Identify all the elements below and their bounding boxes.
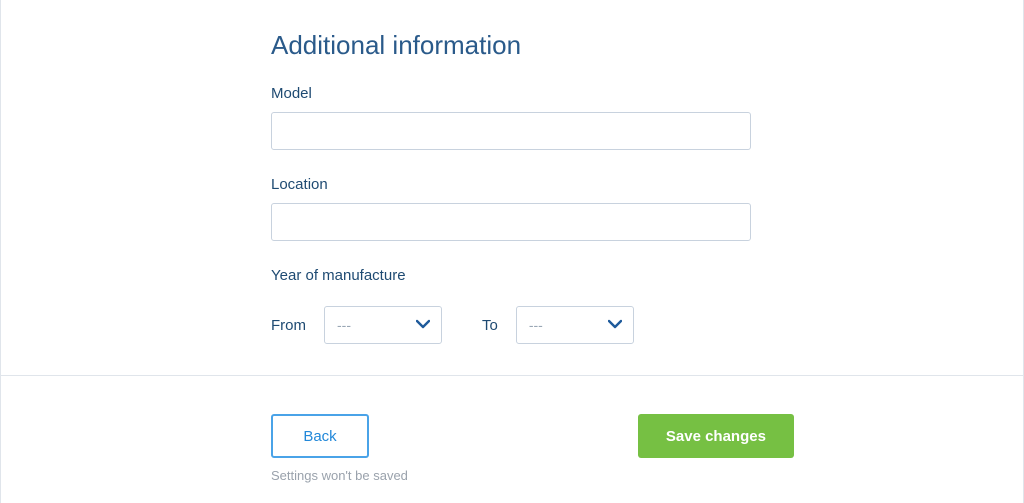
model-input[interactable] — [271, 112, 751, 150]
location-label: Location — [271, 176, 1023, 193]
model-field-group: Model — [271, 85, 1023, 150]
year-section: Year of manufacture From --- To — [271, 267, 1023, 344]
back-helper-text: Settings won't be saved — [271, 468, 408, 483]
form-panel: Additional information Model Location Ye… — [0, 0, 1024, 503]
from-label: From — [271, 317, 306, 334]
section-heading: Additional information — [271, 30, 1023, 61]
back-button[interactable]: Back — [271, 414, 369, 458]
to-select-wrapper: --- — [516, 306, 634, 344]
location-input[interactable] — [271, 203, 751, 241]
form-area: Additional information Model Location Ye… — [1, 0, 1023, 375]
location-field-group: Location — [271, 176, 1023, 241]
to-label: To — [482, 317, 498, 334]
from-select-wrapper: --- — [324, 306, 442, 344]
year-of-manufacture-label: Year of manufacture — [271, 267, 1023, 284]
back-block: Back Settings won't be saved — [271, 414, 408, 483]
year-to-select[interactable]: --- — [516, 306, 634, 344]
year-range-row: From --- To --- — [271, 306, 1023, 344]
model-label: Model — [271, 85, 1023, 102]
year-from-select[interactable]: --- — [324, 306, 442, 344]
footer-bar: Back Settings won't be saved Save change… — [1, 375, 1023, 503]
save-changes-button[interactable]: Save changes — [638, 414, 794, 458]
